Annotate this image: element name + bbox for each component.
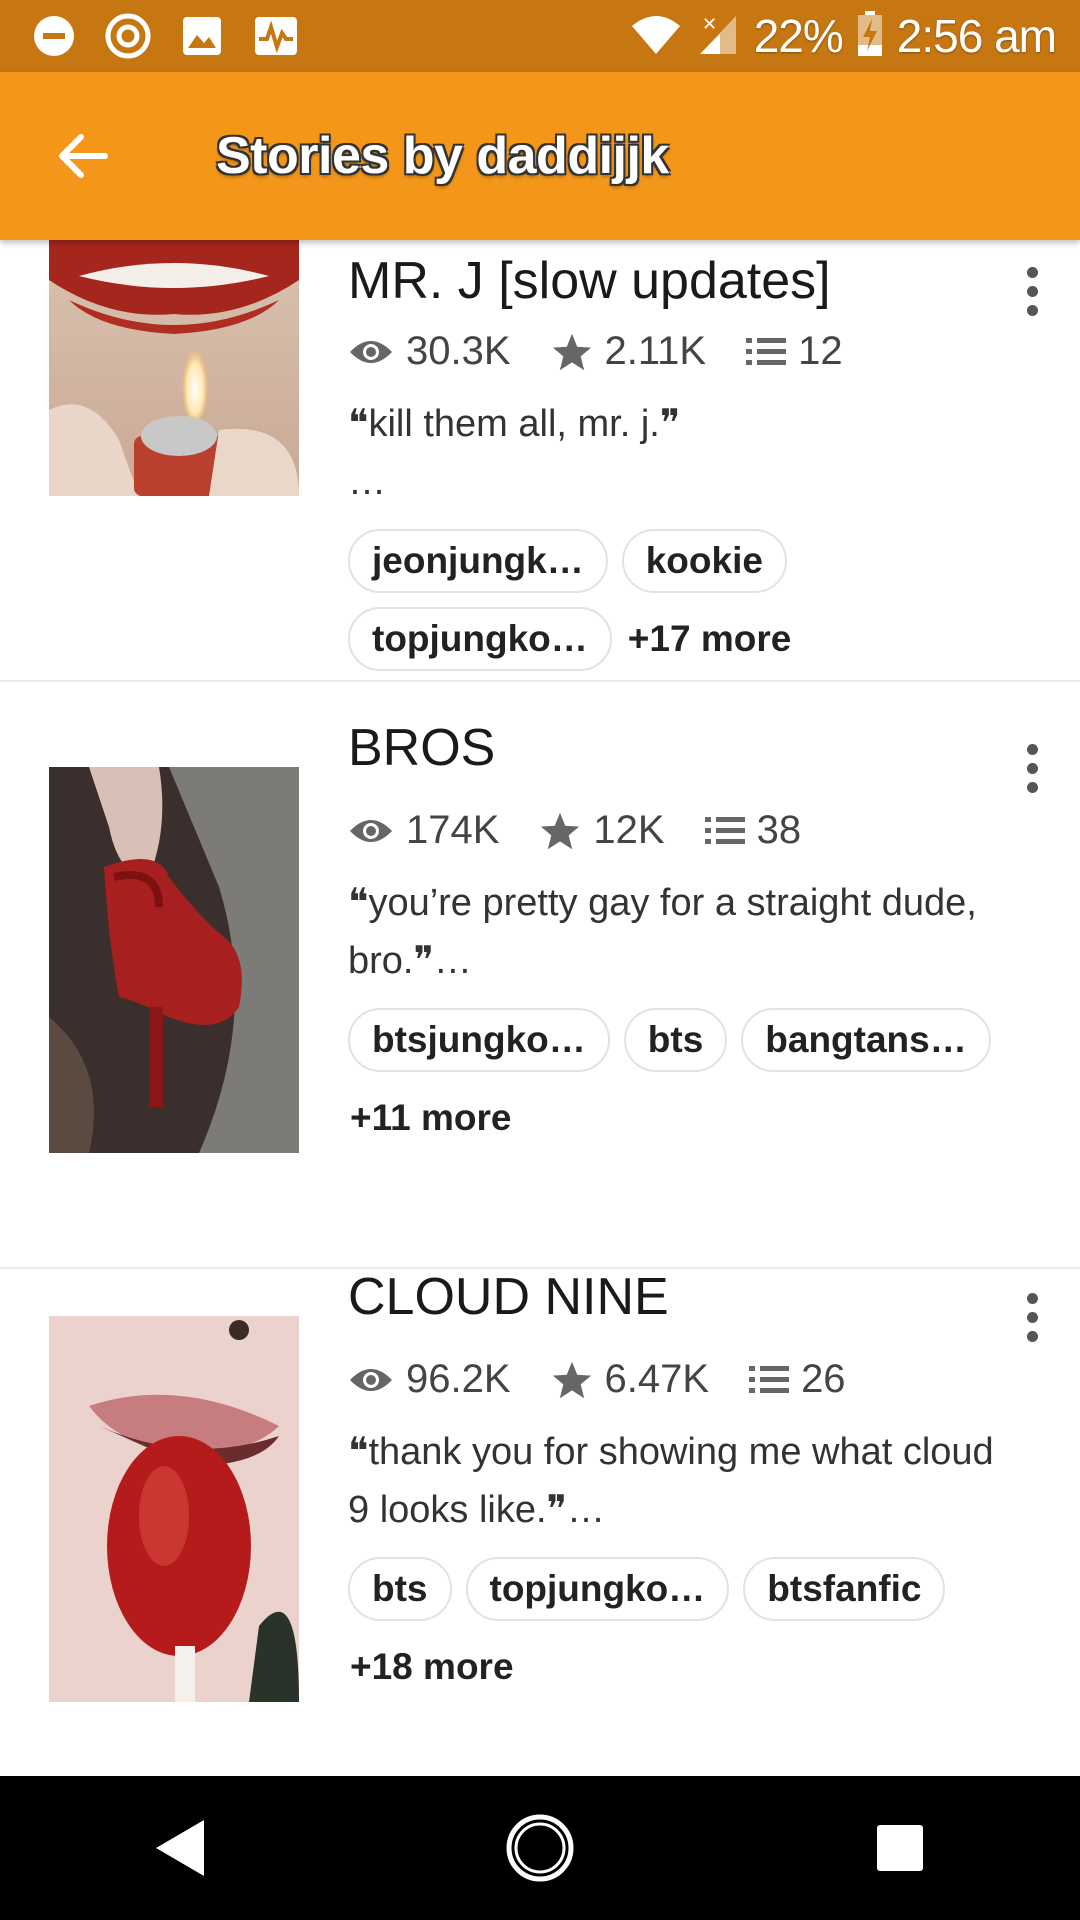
tag-chip[interactable]: btsjungko… [348,1008,610,1072]
arrow-back-icon [59,134,108,178]
story-more-button[interactable] [1012,736,1052,800]
story-stats: 30.3K 2.11K 12 [348,329,883,374]
parts-stat: 12 [746,329,843,374]
story-description: ❝thank you for showing me what cloud 9 l… [348,1431,994,1531]
parts-count: 38 [756,808,802,852]
story-stats: 96.2K 6.47K 26 [348,1357,886,1402]
list-icon [746,337,787,365]
story-title-text: BROS [348,719,496,777]
recents-square-icon [877,1825,923,1871]
image-icon [178,12,226,60]
page-title: Stories by daddijjk [216,127,669,185]
tag-chip[interactable]: jeonjungk… [348,529,608,593]
more-vert-icon [1026,743,1038,755]
red-heel-cover-image [49,767,299,1153]
star-icon [541,812,580,849]
more-tags-link[interactable]: +17 more [626,607,792,671]
views-stat: 30.3K [348,329,511,374]
status-bar: ✕ 22% 2:56 am [0,0,1080,72]
list-icon [704,816,745,844]
home-circle-icon [506,1814,574,1882]
tag-list: jeonjungk… kookie topjungko… +17 more [348,529,848,671]
lollipop-cover-image [49,1316,299,1702]
nav-recents-button[interactable] [840,1788,960,1908]
story-title[interactable]: MR. J [slow updates] [348,251,831,311]
tag-chip[interactable]: topjungko… [465,1557,730,1621]
views-count: 174K [406,808,500,852]
views-count: 96.2K [406,1357,511,1401]
back-triangle-icon [156,1820,204,1876]
signal-icon: ✕ [696,12,740,61]
story-item[interactable]: MR. J [slow updates] 30.3K 2.11K 12 ❝kil… [0,240,1080,682]
wifi-icon [630,12,682,61]
star-icon [552,333,591,370]
list-icon [749,1365,790,1393]
votes-count: 2.11K [604,329,707,373]
more-tags-link[interactable]: +18 more [348,1635,514,1699]
tag-list: btsjungko… bts bangtans… +11 more [348,1008,1028,1150]
story-description: ❝you’re pretty gay for a straight dude, … [348,882,977,982]
story-description: ❝kill them all, mr. j.❞ … [348,403,681,503]
story-more-button[interactable] [1012,1285,1052,1349]
back-button[interactable] [48,126,118,186]
nav-back-button[interactable] [120,1788,240,1908]
tag-chip[interactable]: btsfanfic [743,1557,946,1621]
parts-stat: 26 [749,1357,846,1402]
votes-count: 12K [593,808,665,852]
more-tags-link[interactable]: +11 more [348,1086,511,1150]
story-cover[interactable] [49,767,299,1153]
battery-percent: 22% [753,10,844,62]
system-nav-bar [0,1776,1080,1920]
eye-icon [350,819,392,842]
lips-lighter-cover-image [49,240,299,496]
svg-text:✕: ✕ [702,14,717,34]
votes-stat: 6.47K [551,1357,710,1402]
votes-stat: 2.11K [551,329,707,374]
pulse-icon [252,12,300,60]
story-cover[interactable] [49,240,299,496]
story-title[interactable]: BROS [348,718,495,778]
views-stat: 174K [348,808,499,853]
story-list[interactable]: MR. J [slow updates] 30.3K 2.11K 12 ❝kil… [0,240,1080,1776]
battery-charging-icon [857,10,883,62]
tag-chip[interactable]: bts [623,1008,728,1072]
eye-icon [350,340,392,363]
tag-list: bts topjungko… btsfanfic +18 more [348,1557,1028,1699]
parts-count: 26 [801,1357,846,1401]
more-vert-icon [1026,266,1038,278]
target-icon [104,12,152,60]
story-more-button[interactable] [1012,259,1052,323]
clock: 2:56 am [896,10,1057,62]
tag-chip[interactable]: bangtans… [741,1008,991,1072]
eye-icon [350,1368,392,1391]
votes-stat: 12K [539,808,665,853]
minus-circle-icon [30,12,78,60]
views-count: 30.3K [406,329,511,373]
story-title[interactable]: CLOUD NINE [348,1267,669,1327]
story-item[interactable]: BROS 174K 12K 38 ❝you’re pretty gay for … [0,718,1080,1269]
story-stats: 174K 12K 38 [348,808,841,853]
tag-chip[interactable]: kookie [621,529,787,593]
tag-chip[interactable]: bts [348,1557,452,1621]
nav-home-button[interactable] [480,1788,600,1908]
parts-count: 12 [798,329,843,373]
star-icon [552,1361,591,1398]
story-item[interactable]: CLOUD NINE 96.2K 6.47K 26 ❝thank you for… [0,1267,1080,1776]
story-cover[interactable] [49,1316,299,1702]
views-stat: 96.2K [348,1357,511,1402]
app-bar: Stories by daddijjk [0,72,1080,240]
tag-chip[interactable]: topjungko… [348,607,612,671]
parts-stat: 38 [704,808,802,853]
votes-count: 6.47K [604,1357,710,1401]
more-vert-icon [1026,1292,1038,1304]
